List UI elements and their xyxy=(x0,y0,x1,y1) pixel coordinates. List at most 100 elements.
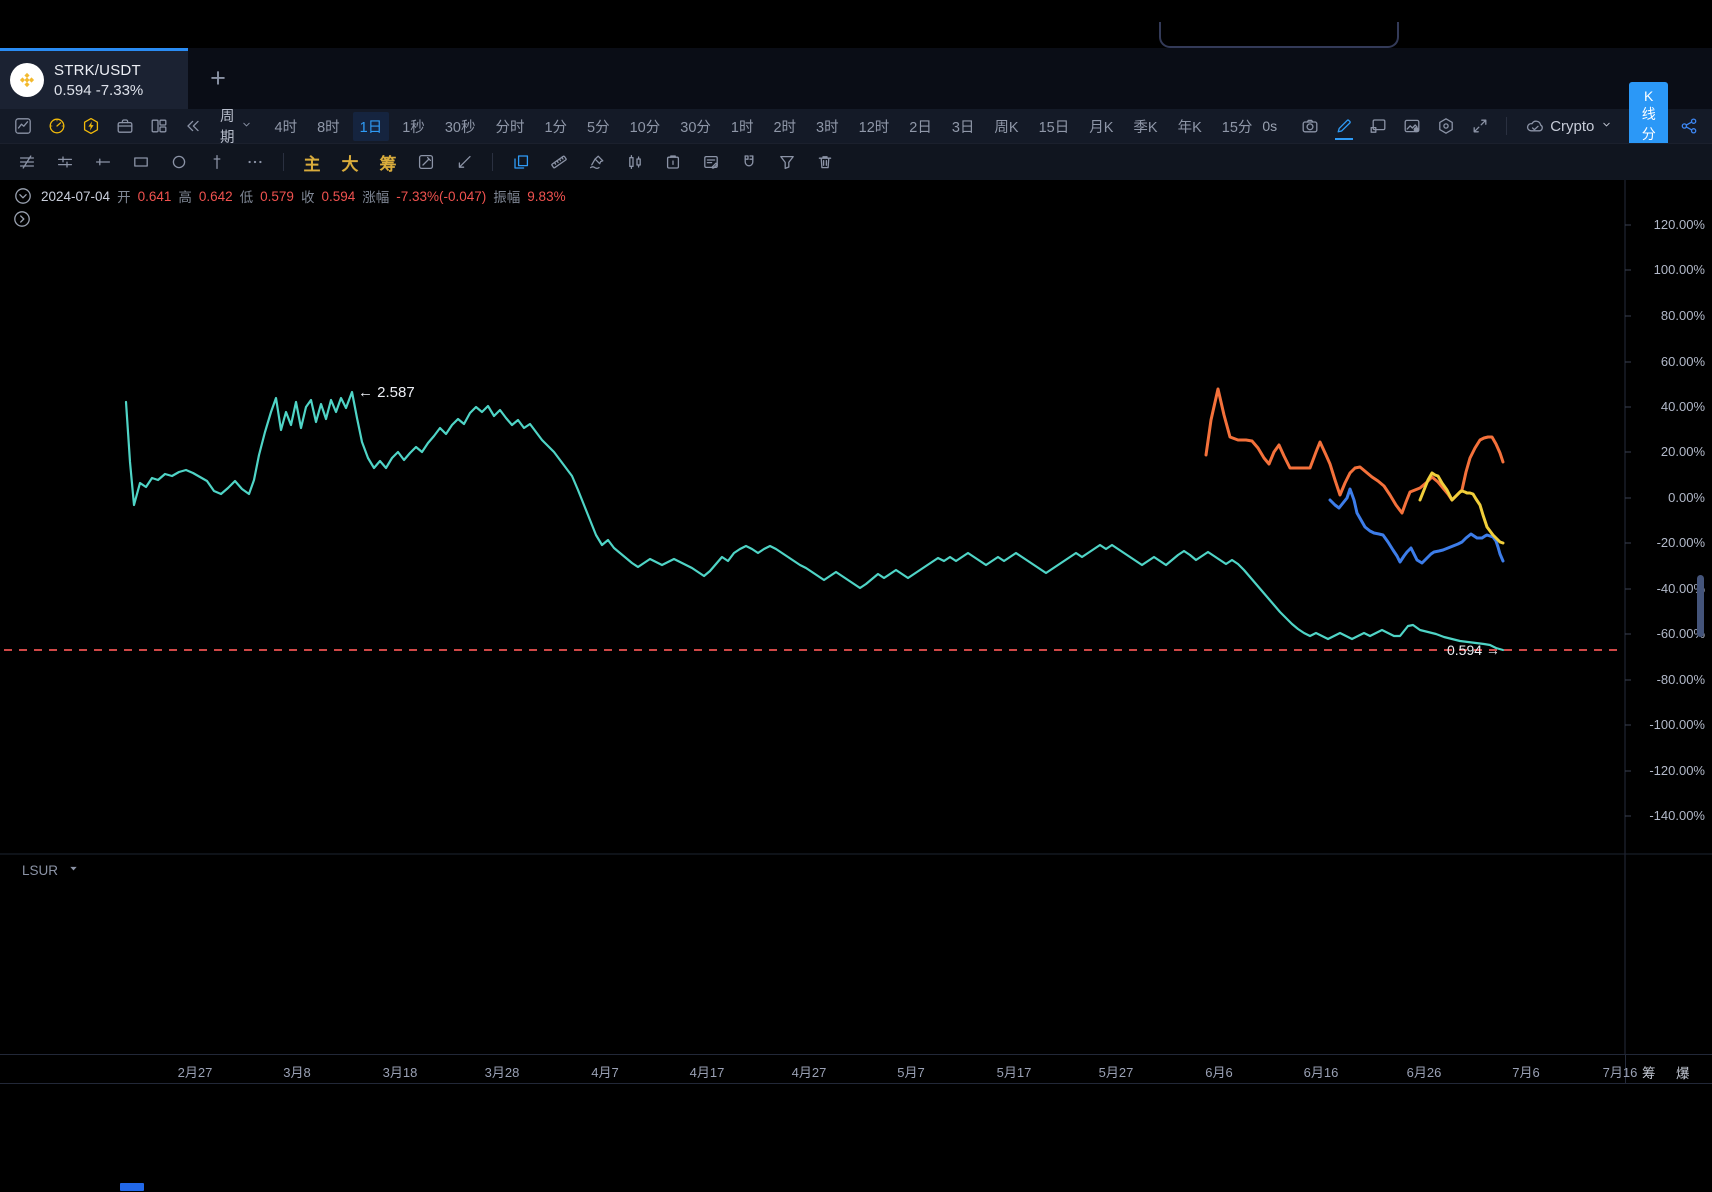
timeframe-1秒[interactable]: 1秒 xyxy=(395,112,432,141)
draw-tools-group xyxy=(8,144,274,180)
timeframe-1分[interactable]: 1分 xyxy=(537,112,574,141)
pen-tool-icon[interactable] xyxy=(578,144,616,180)
timeframe-list: 4时8时1日1秒30秒分时1分5分10分30分1时2时3时12时2日3日周K15… xyxy=(265,112,1263,141)
parallel-lines-tool-icon[interactable] xyxy=(46,144,84,180)
timeframe-年K[interactable]: 年K xyxy=(1171,112,1209,141)
ellipse-tool-icon[interactable] xyxy=(160,144,198,180)
change-label: 涨幅 xyxy=(362,186,389,206)
y-axis-label: -60.00% xyxy=(1630,626,1705,641)
share-icon[interactable] xyxy=(1680,109,1698,143)
timeframe-3日[interactable]: 3日 xyxy=(945,112,982,141)
timeframe-10分[interactable]: 10分 xyxy=(623,112,668,141)
trash-icon[interactable] xyxy=(806,144,844,180)
collapse-circle-icon[interactable] xyxy=(12,185,34,207)
bolt-icon[interactable] xyxy=(74,109,108,143)
trend-line-tool-icon[interactable] xyxy=(8,144,46,180)
chips-button[interactable]: 筹 xyxy=(369,144,407,180)
expand-circle-icon[interactable] xyxy=(12,209,32,229)
briefcase-icon[interactable] xyxy=(108,109,142,143)
timeframe-30秒[interactable]: 30秒 xyxy=(438,112,483,141)
ruler-icon[interactable] xyxy=(540,144,578,180)
fullscreen-icon[interactable] xyxy=(1463,109,1497,143)
x-axis-label: 2月27 xyxy=(150,1062,240,1081)
tab-price: 0.594 -7.33% xyxy=(54,82,143,99)
arrow-tool-icon[interactable] xyxy=(445,144,483,180)
chart-panel-icon[interactable] xyxy=(6,109,40,143)
main-chart-button[interactable]: 主 xyxy=(293,144,331,180)
y-axis-label: -20.00% xyxy=(1630,535,1705,550)
note-edit-icon[interactable] xyxy=(692,144,730,180)
tab-last-price: 0.594 xyxy=(54,82,92,99)
timeframe-分时[interactable]: 分时 xyxy=(488,112,531,141)
layout-icon[interactable] xyxy=(142,109,176,143)
change-value: -7.33%(-0.047) xyxy=(396,189,486,204)
main-toolbar: 周期 4时8时1日1秒30秒分时1分5分10分30分1时2时3时12时2日3日周… xyxy=(0,109,1712,143)
timeframe-15日[interactable]: 15日 xyxy=(1032,112,1077,141)
timeframe-5分[interactable]: 5分 xyxy=(580,112,617,141)
x-axis-label: 4月7 xyxy=(560,1062,650,1081)
timeframe-1时[interactable]: 1时 xyxy=(724,112,761,141)
toolbar-left-icons xyxy=(6,109,210,143)
y-axis-label: 80.00% xyxy=(1630,308,1705,323)
rectangle-tool-icon[interactable] xyxy=(122,144,160,180)
timeframe-周K[interactable]: 周K xyxy=(987,112,1025,141)
liquidation-button[interactable]: 爆 xyxy=(1676,1062,1690,1082)
x-axis-label: 5月7 xyxy=(866,1062,956,1081)
cloud-sync-menu[interactable]: Crypto xyxy=(1526,117,1613,135)
new-tab-button[interactable]: + xyxy=(188,48,248,109)
timeframe-2日[interactable]: 2日 xyxy=(902,112,939,141)
bottom-black-strip xyxy=(0,1084,1712,1192)
vertical-line-tool-icon[interactable] xyxy=(198,144,236,180)
large-text-button[interactable]: 大 xyxy=(331,144,369,180)
gauge-icon[interactable] xyxy=(40,109,74,143)
edit-box-icon[interactable] xyxy=(407,144,445,180)
ohlc-readout: 2024-07-04 开 0.641 高 0.642 低 0.579 收 0.5… xyxy=(12,185,566,207)
edit-tools-group xyxy=(407,144,483,180)
chips-distribution-button[interactable]: 筹 xyxy=(1642,1062,1656,1082)
candle-countdown: 0s xyxy=(1262,118,1277,134)
timeframe-12时[interactable]: 12时 xyxy=(852,112,897,141)
draw-pencil-icon[interactable] xyxy=(1327,109,1361,143)
timeframe-8时[interactable]: 8时 xyxy=(310,112,347,141)
period-label: 周期 xyxy=(220,105,235,147)
indicator-name: LSUR xyxy=(22,863,58,878)
chevron-down-icon xyxy=(240,118,253,135)
cloud-menu-label: Crypto xyxy=(1550,118,1594,135)
chart-area[interactable]: ← 2.5870.594 → 2024-07-04 开 0.641 高 0.64… xyxy=(0,180,1712,1054)
timeframe-15分[interactable]: 15分 xyxy=(1215,112,1260,141)
camera-icon[interactable] xyxy=(1293,109,1327,143)
toolbar-right-icons xyxy=(1293,109,1497,143)
x-axis-label: 3月8 xyxy=(252,1062,342,1081)
rewind-icon[interactable] xyxy=(176,109,210,143)
clipboard-icon[interactable] xyxy=(654,144,692,180)
timeframe-1日[interactable]: 1日 xyxy=(353,112,390,141)
target-settings-icon[interactable] xyxy=(1429,109,1463,143)
horizontal-ray-tool-icon[interactable] xyxy=(84,144,122,180)
x-axis-label: 3月28 xyxy=(457,1062,547,1081)
low-value: 0.579 xyxy=(260,189,294,204)
cloud-check-icon xyxy=(1526,117,1544,135)
timeframe-季K[interactable]: 季K xyxy=(1126,112,1164,141)
x-axis-label: 4月17 xyxy=(662,1062,752,1081)
indicator-selector[interactable]: LSUR xyxy=(22,862,80,878)
candle-pattern-icon[interactable] xyxy=(616,144,654,180)
magnet-icon[interactable] xyxy=(730,144,768,180)
timeframe-2时[interactable]: 2时 xyxy=(766,112,803,141)
timeframe-4时[interactable]: 4时 xyxy=(268,112,305,141)
tab-change-percent: -7.33% xyxy=(96,82,144,99)
timeframe-月K[interactable]: 月K xyxy=(1082,112,1120,141)
timeframe-30分[interactable]: 30分 xyxy=(673,112,718,141)
more-tools-icon[interactable] xyxy=(236,144,274,180)
select-copy-icon[interactable] xyxy=(502,144,540,180)
tab-strk-usdt[interactable]: STRK/USDT 0.594 -7.33% xyxy=(0,48,188,109)
float-window-icon[interactable] xyxy=(1361,109,1395,143)
period-dropdown[interactable]: 周期 xyxy=(220,105,253,147)
low-label: 低 xyxy=(240,186,254,206)
x-axis[interactable]: 2月273月83月183月284月74月174月275月75月175月276月6… xyxy=(0,1054,1712,1084)
timeframe-3时[interactable]: 3时 xyxy=(809,112,846,141)
x-axis-label: 5月17 xyxy=(969,1062,1059,1081)
filter-icon[interactable] xyxy=(768,144,806,180)
background-window-edge xyxy=(1159,22,1399,48)
scrollbar-thumb[interactable] xyxy=(1697,575,1704,637)
image-note-icon[interactable] xyxy=(1395,109,1429,143)
